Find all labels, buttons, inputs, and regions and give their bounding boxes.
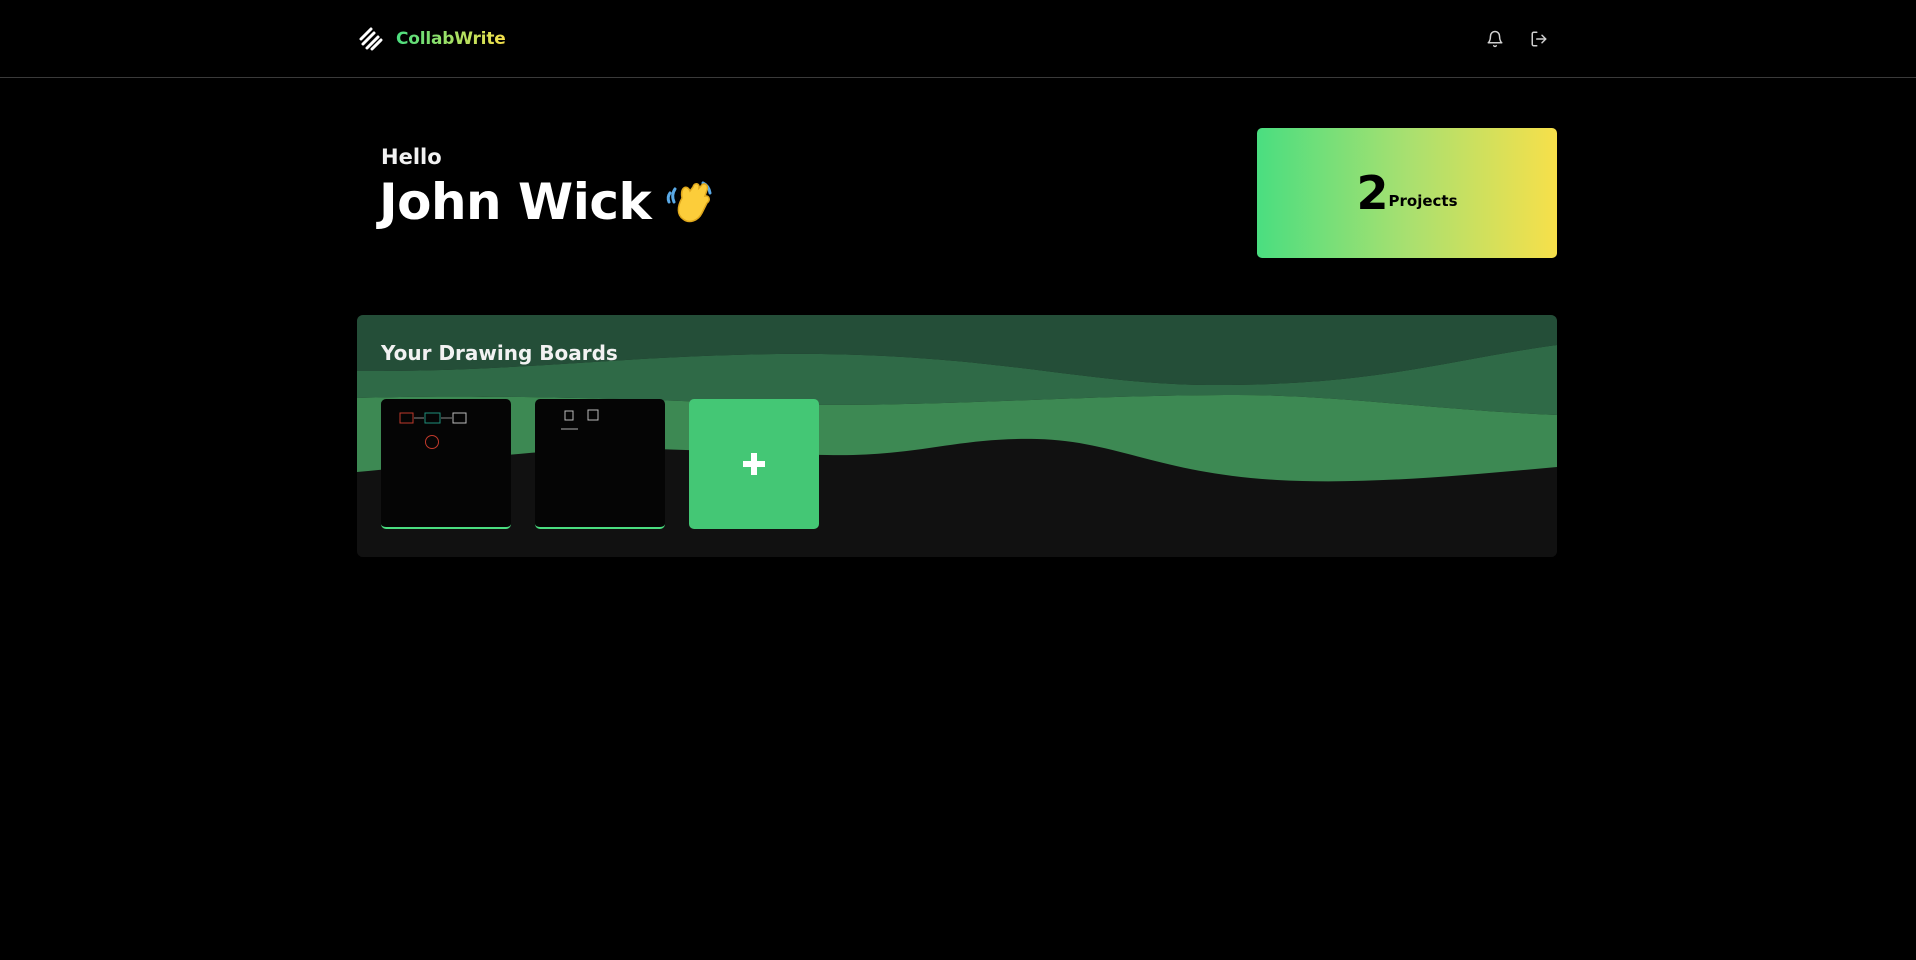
- logout-button[interactable]: [1526, 26, 1552, 52]
- waving-hand-icon: [666, 181, 712, 223]
- board-card[interactable]: [535, 399, 665, 529]
- bell-icon: [1487, 30, 1503, 48]
- logout-icon: [1531, 31, 1547, 47]
- drawing-boards-panel: Your Drawing Boards: [357, 315, 1557, 557]
- brand[interactable]: CollabWrite: [357, 24, 506, 54]
- user-name: John Wick: [379, 173, 652, 231]
- plus-icon: [743, 453, 765, 475]
- add-board-button[interactable]: [689, 399, 819, 529]
- handshake-logo-icon: [359, 27, 383, 51]
- top-navbar: CollabWrite: [0, 0, 1916, 78]
- boards-title: Your Drawing Boards: [381, 341, 618, 365]
- user-name-heading: John Wick: [379, 173, 717, 231]
- notifications-button[interactable]: [1482, 26, 1508, 52]
- projects-stat-card: 2 Projects: [1257, 128, 1557, 258]
- squares-thumbnail: [561, 409, 599, 430]
- greeting-hello: Hello: [381, 145, 442, 169]
- projects-label: Projects: [1388, 192, 1458, 210]
- board-card[interactable]: [381, 399, 511, 529]
- projects-count: 2: [1356, 166, 1388, 220]
- diagram-shapes-thumbnail: [399, 412, 467, 449]
- brand-name: CollabWrite: [396, 29, 506, 49]
